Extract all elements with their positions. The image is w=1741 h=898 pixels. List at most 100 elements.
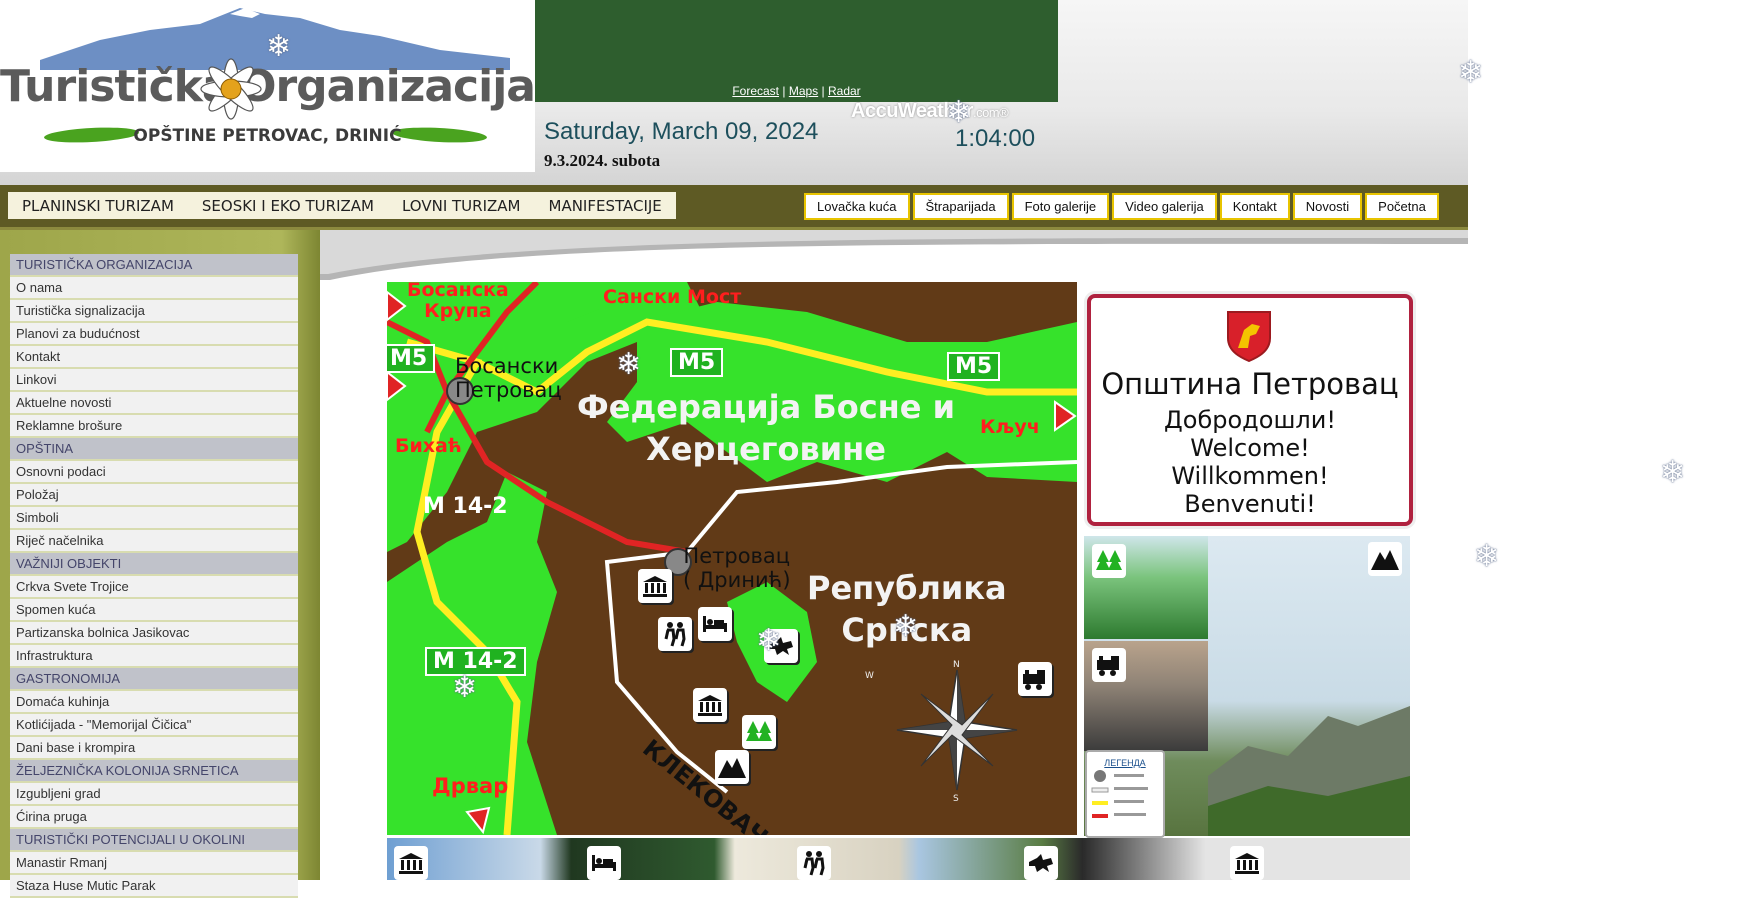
sidebar-link[interactable]: Planovi za budućnost	[10, 323, 298, 346]
maps-link[interactable]: Maps	[789, 84, 818, 98]
menu-seoski-eko-turizam[interactable]: SEOSKI I EKO TURIZAM	[188, 197, 388, 215]
tab-video-galerija[interactable]: Video galerija	[1112, 193, 1217, 220]
sidebar-link[interactable]: O nama	[10, 277, 298, 300]
hunting-icon	[1024, 846, 1058, 880]
sidebar-link[interactable]: Spomen kuća	[10, 599, 298, 622]
tab-foto-galerije[interactable]: Foto galerije	[1011, 193, 1110, 220]
label-bosanski-petrovac: Босански Петровац	[455, 354, 562, 402]
weather-widget: Forecast | Maps | Radar	[535, 0, 1058, 102]
snowflake-icon: ❄	[946, 95, 972, 130]
road-m5-center: M5	[670, 348, 724, 377]
header: Turistička Organizacija OPŠTINE PETROVAC…	[0, 0, 1468, 185]
tourist-map[interactable]: Босанска Крупа Сански Мост M5 M5 M5 Боса…	[387, 282, 1077, 835]
coat-of-arms-icon	[1227, 311, 1271, 362]
snowflake-icon: ❄	[756, 623, 782, 658]
sidebar-category: GASTRONOMIJA	[10, 668, 298, 691]
sidebar-link[interactable]: Manastir Rmanj	[10, 852, 298, 875]
museum-icon	[394, 846, 428, 880]
welcome-sign: Општина Петровац Добродошли! Welcome! Wi…	[1087, 294, 1413, 526]
welcome-line-4: Benvenuti!	[1184, 490, 1316, 518]
label-sanski-most: Сански Мост	[603, 286, 742, 308]
sidebar-menu: TURISTIČKA ORGANIZACIJA O nama Turistička …	[10, 254, 298, 898]
tab-straparijada[interactable]: Štraparijada	[912, 193, 1009, 220]
sidebar-category: TURISTIČKI POTENCIJALI U OKOLINI	[10, 829, 298, 852]
mountain-icon[interactable]	[715, 750, 749, 784]
label-bosanska-krupa: Босанска Крупа	[407, 282, 509, 322]
tab-novosti[interactable]: Novosti	[1292, 193, 1363, 220]
weather-links: Forecast | Maps | Radar	[535, 84, 1058, 98]
label-federacija: Федерација Босне и Херцеговине	[577, 388, 956, 468]
sidebar-link[interactable]: Domaća kuhinja	[10, 691, 298, 714]
hiking-icon	[797, 846, 831, 880]
sidebar-link[interactable]: Osnovni podaci	[10, 461, 298, 484]
tab-lovacka-kuca[interactable]: Lovačka kuća	[804, 193, 910, 220]
mountain-icon	[1368, 542, 1402, 576]
top-navigation: PLANINSKI TURIZAM SEOSKI I EKO TURIZAM L…	[0, 185, 1468, 230]
snowflake-icon: ❄	[893, 609, 919, 644]
road-m14-2-north: M 14-2	[423, 494, 508, 519]
sidebar-link[interactable]: Staza Huse Mutic Parak	[10, 875, 298, 898]
sidebar-link[interactable]: Crkva Svete Trojice	[10, 576, 298, 599]
sidebar-link[interactable]: Simboli	[10, 507, 298, 530]
sidebar-link[interactable]: Reklamne brošure	[10, 415, 298, 438]
sidebar-link[interactable]: Izgubljeni grad	[10, 783, 298, 806]
sidebar-link[interactable]: Dani base i krompira	[10, 737, 298, 760]
photo-strip[interactable]	[387, 838, 1410, 880]
compass-south: S	[953, 794, 959, 804]
logo-word-right: Organizacija	[239, 60, 535, 112]
bed-icon[interactable]	[698, 607, 732, 641]
logo-subtitle: OPŠTINE PETROVAC, DRINIĆ	[133, 126, 402, 146]
forest-icon	[1092, 544, 1126, 578]
sidebar-link[interactable]: Kontakt	[10, 346, 298, 369]
tab-pocetna[interactable]: Početna	[1365, 193, 1439, 220]
museum-icon[interactable]	[638, 569, 672, 603]
sidebar-link[interactable]: Partizanska bolnica Jasikovac	[10, 622, 298, 645]
road-m5-west: M5	[387, 344, 436, 373]
label-drvar: Дрвар	[432, 774, 509, 798]
snowflake-icon: ❄	[1458, 55, 1484, 90]
tab-kontakt[interactable]: Kontakt	[1219, 193, 1290, 220]
legend-title: ЛЕГЕНДА	[1104, 758, 1146, 768]
content-top-curve	[320, 230, 1468, 280]
map-legend: ЛЕГЕНДА	[1085, 750, 1165, 838]
menu-planinski-turizam[interactable]: PLANINSKI TURIZAM	[8, 197, 188, 215]
sidebar-link[interactable]: Turistička signalizacija	[10, 300, 298, 323]
menu-lovni-turizam[interactable]: LOVNI TURIZAM	[388, 197, 535, 215]
train-icon[interactable]	[1018, 662, 1052, 696]
welcome-line-1: Добродошли!	[1164, 406, 1336, 434]
edelweiss-icon	[200, 58, 262, 120]
snowflake-icon: ❄	[1660, 455, 1686, 490]
radar-link[interactable]: Radar	[828, 84, 861, 98]
monument-icon	[1230, 846, 1264, 880]
snowflake-icon: ❄	[266, 29, 292, 64]
sidebar-link[interactable]: Aktuelne novosti	[10, 392, 298, 415]
train-icon	[1092, 648, 1126, 682]
accuweather-brand[interactable]: AccuWeather.com®	[851, 100, 1009, 123]
snowflake-icon: ❄	[616, 347, 642, 382]
snowflake-icon: ❄	[1474, 539, 1500, 574]
secondary-tabs: Lovačka kuća Štraparijada Foto galerije …	[804, 193, 1439, 220]
sidebar-link[interactable]: Infrastruktura	[10, 645, 298, 668]
hiking-icon[interactable]	[658, 617, 692, 651]
separator: |	[782, 84, 786, 98]
welcome-line-3: Willkommen!	[1171, 462, 1329, 490]
label-bihac: Бихаћ	[395, 435, 462, 457]
sidebar-link[interactable]: Položaj	[10, 484, 298, 507]
sidebar-link[interactable]: Linkovi	[10, 369, 298, 392]
monument-icon[interactable]	[693, 688, 727, 722]
sidebar-link[interactable]: Riječ načelnika	[10, 530, 298, 553]
menu-manifestacije[interactable]: MANIFESTACIJE	[535, 197, 676, 215]
label-kljuc: Кључ	[980, 416, 1040, 438]
sidebar-category: ŽELJEZNIČKA KOLONIJA SRNETICA	[10, 760, 298, 783]
forest-icon[interactable]	[742, 715, 776, 749]
snowflake-icon: ❄	[452, 670, 478, 705]
sidebar-link[interactable]: Ćirina pruga	[10, 806, 298, 829]
sidebar-link[interactable]: Kotlićijada - "Memorijal Čičica"	[10, 714, 298, 737]
compass-north: N	[953, 660, 960, 670]
welcome-line-2: Welcome!	[1190, 434, 1310, 462]
sidebar-category: VAŽNIJI OBJEKTI	[10, 553, 298, 576]
site-logo[interactable]: Turistička Organizacija OPŠTINE PETROVAC…	[0, 0, 535, 172]
sidebar-category: OPŠTINA	[10, 438, 298, 461]
forecast-link[interactable]: Forecast	[732, 84, 779, 98]
date-short: 9.3.2024. subota	[544, 151, 661, 170]
